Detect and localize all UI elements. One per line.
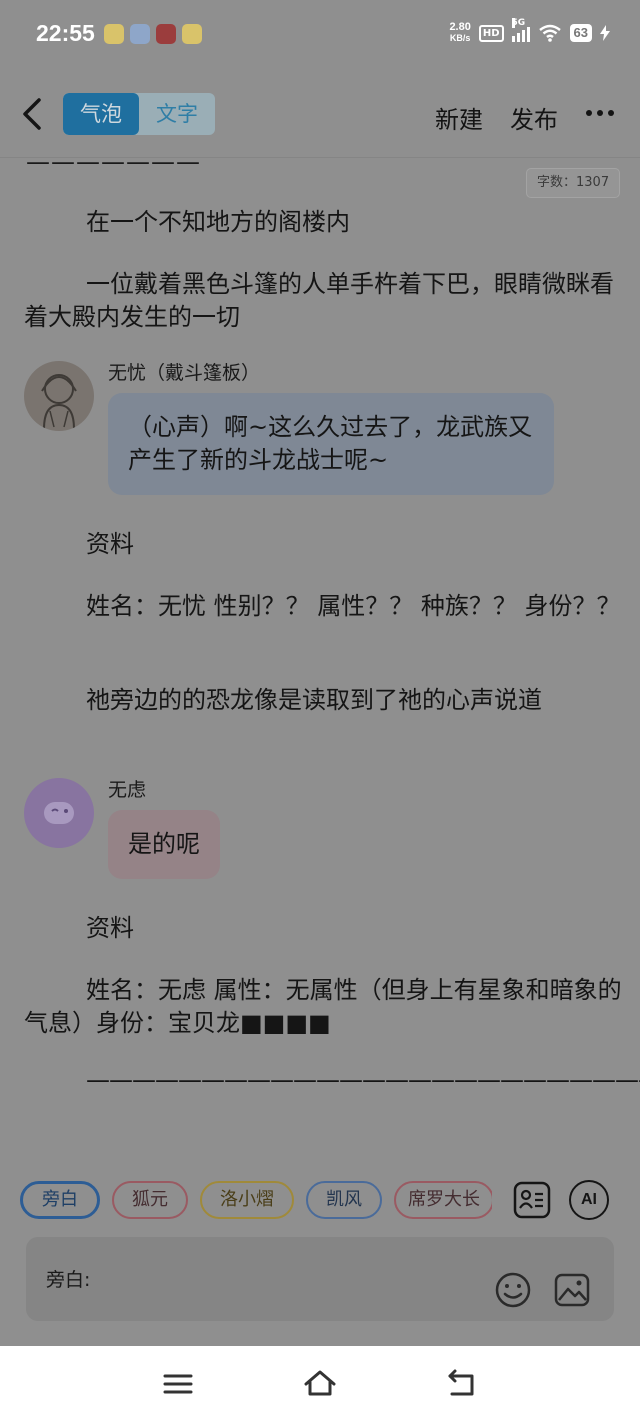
narration-paragraph[interactable]: ————————————————————————————————	[24, 1064, 640, 1097]
net-speed-value: 2.80	[449, 21, 471, 33]
speaker-name: 无忧（戴斗篷板）	[108, 362, 261, 384]
narration-paragraph[interactable]: 资料	[24, 912, 624, 945]
mode-toggle: 气泡 文字	[63, 93, 215, 135]
net-speed-unit: KB/s	[449, 33, 471, 43]
back-nav-icon[interactable]	[444, 1368, 480, 1400]
character-selector: 旁白 狐元 洛小熠 凯风 席罗大长 AI	[0, 1168, 640, 1232]
speaker-name: 无虑	[108, 779, 147, 801]
score-app-icon	[182, 24, 202, 44]
emoji-icon[interactable]	[494, 1271, 532, 1309]
input-speaker-label: 旁白:	[46, 1269, 91, 1291]
speech-bubble[interactable]: （心声）啊~这么久过去了，龙武族又产生了新的斗龙战士呢~	[108, 393, 554, 495]
character-chip-row[interactable]: 旁白 狐元 洛小熠 凯风 席罗大长	[20, 1181, 492, 1221]
more-icon[interactable]	[586, 110, 614, 116]
charging-icon	[600, 25, 610, 41]
status-bar: 22:55 2.80 KB/s HD 5G 63	[0, 0, 640, 72]
status-time: 22:55	[36, 20, 95, 46]
avatar-wuyou[interactable]	[24, 361, 94, 431]
narration-paragraph[interactable]: 资料	[24, 528, 624, 561]
character-chip[interactable]: 洛小熠	[200, 1181, 294, 1219]
tmall-app-icon	[156, 24, 176, 44]
net-speed: 2.80 KB/s	[449, 22, 470, 44]
avatar-wulv[interactable]	[24, 778, 94, 848]
story-content[interactable]: ——————— 字数：1307 在一个不知地方的阁楼内 一位戴着黑色斗篷的人单手…	[0, 158, 640, 1168]
system-nav-bar	[0, 1346, 640, 1422]
speech-bubble[interactable]: 是的呢	[108, 810, 220, 879]
word-count-badge: 字数：1307	[526, 168, 621, 198]
signal-icon: 5G	[511, 18, 530, 42]
wifi-icon	[538, 24, 561, 42]
status-indicators: 2.80 KB/s HD 5G 63	[449, 18, 610, 44]
menu-icon[interactable]	[160, 1368, 196, 1400]
character-chip[interactable]: 席罗大长	[394, 1181, 492, 1219]
signal-5g-label: 5G	[511, 18, 526, 28]
narration-paragraph[interactable]: 一位戴着黑色斗篷的人单手杵着下巴，眼睛微眯看着大殿内发生的一切	[24, 268, 624, 334]
mode-text-tab[interactable]: 文字	[139, 93, 215, 135]
character-chip[interactable]: 凯风	[306, 1181, 382, 1219]
battery-indicator: 63	[569, 24, 592, 42]
home-icon[interactable]	[302, 1368, 338, 1400]
ai-button[interactable]: AI	[569, 1180, 609, 1220]
image-icon[interactable]	[553, 1271, 591, 1309]
narration-paragraph[interactable]: 祂旁边的的恐龙像是读取到了祂的心声说道	[24, 684, 624, 717]
dialogue-input[interactable]: 旁白:	[26, 1237, 614, 1321]
status-app-icons	[104, 24, 202, 44]
app-notification-icon	[104, 24, 124, 44]
new-button[interactable]: 新建	[435, 100, 483, 135]
narration-paragraph[interactable]: 在一个不知地方的阁楼内	[24, 206, 624, 239]
narration-paragraph[interactable]: 姓名：无虑 属性：无属性（但身上有星象和暗象的气息）身份：宝贝龙■■■■	[24, 974, 624, 1040]
character-card-icon[interactable]	[512, 1180, 552, 1220]
hd-badge: HD	[478, 24, 504, 42]
publish-button[interactable]: 发布	[510, 100, 558, 135]
character-chip[interactable]: 狐元	[112, 1181, 188, 1219]
editor-header: 气泡 文字 新建 发布	[0, 72, 640, 158]
top-dashes: ———————	[26, 158, 201, 176]
character-chip[interactable]: 旁白	[20, 1181, 100, 1219]
mode-bubble-tab[interactable]: 气泡	[63, 93, 139, 135]
back-icon[interactable]	[14, 94, 54, 134]
baidu-app-icon	[130, 24, 150, 44]
narration-paragraph[interactable]: 姓名：无忧 性别？？ 属性？？ 种族？？ 身份？？	[24, 590, 624, 623]
